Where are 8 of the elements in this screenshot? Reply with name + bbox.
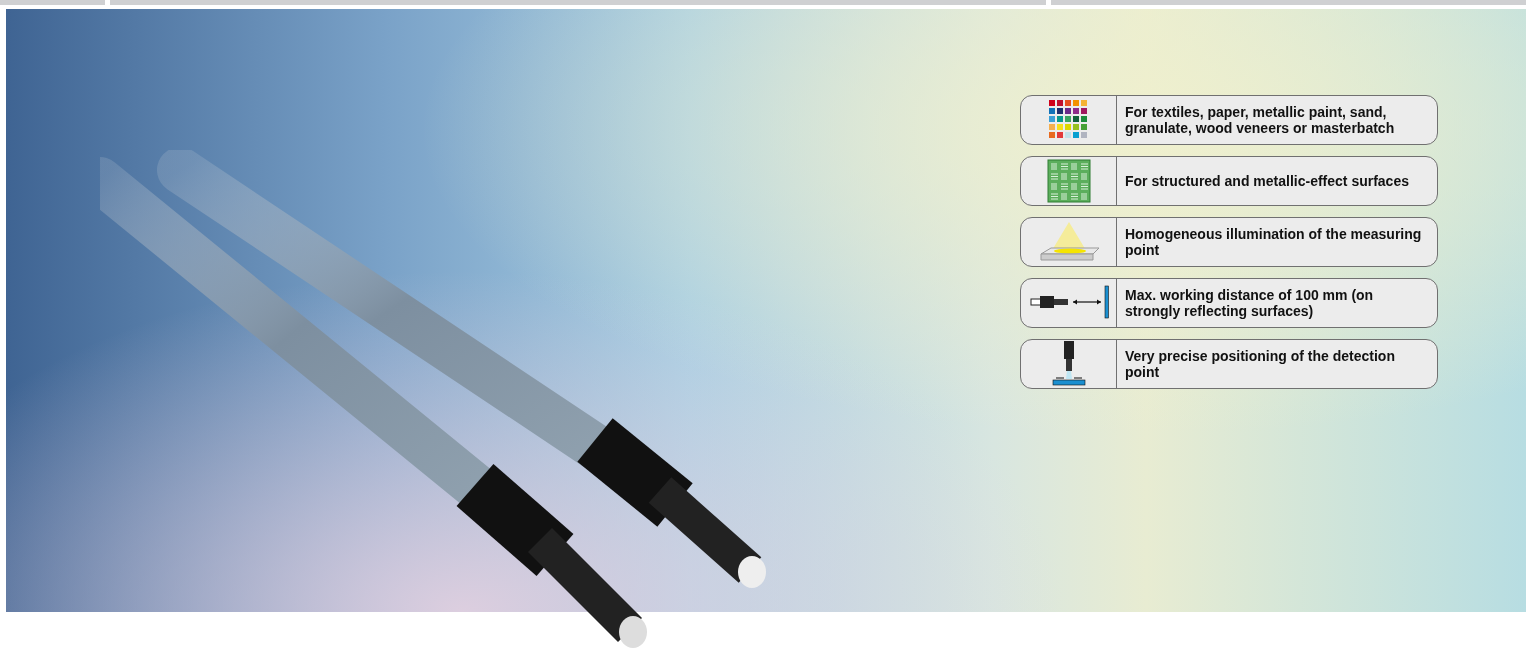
- feature-text: Max. working distance of 100 mm (on strongly reflecting surfaces): [1124, 286, 1375, 321]
- feature-text: Very precise positioning of the detection point: [1124, 347, 1396, 382]
- feature-text: For structured and metallic-effect surfaces: [1124, 172, 1410, 191]
- positioning-icon: [1051, 341, 1086, 387]
- color-grid-icon: [1048, 100, 1089, 140]
- feature-text: Homogeneous illumination of the measuring point: [1124, 225, 1423, 260]
- texture-icon: [1046, 159, 1091, 203]
- feature-text: For textiles, paper, metallic paint, sand, granulate, wood veneers or masterbatch: [1124, 103, 1396, 138]
